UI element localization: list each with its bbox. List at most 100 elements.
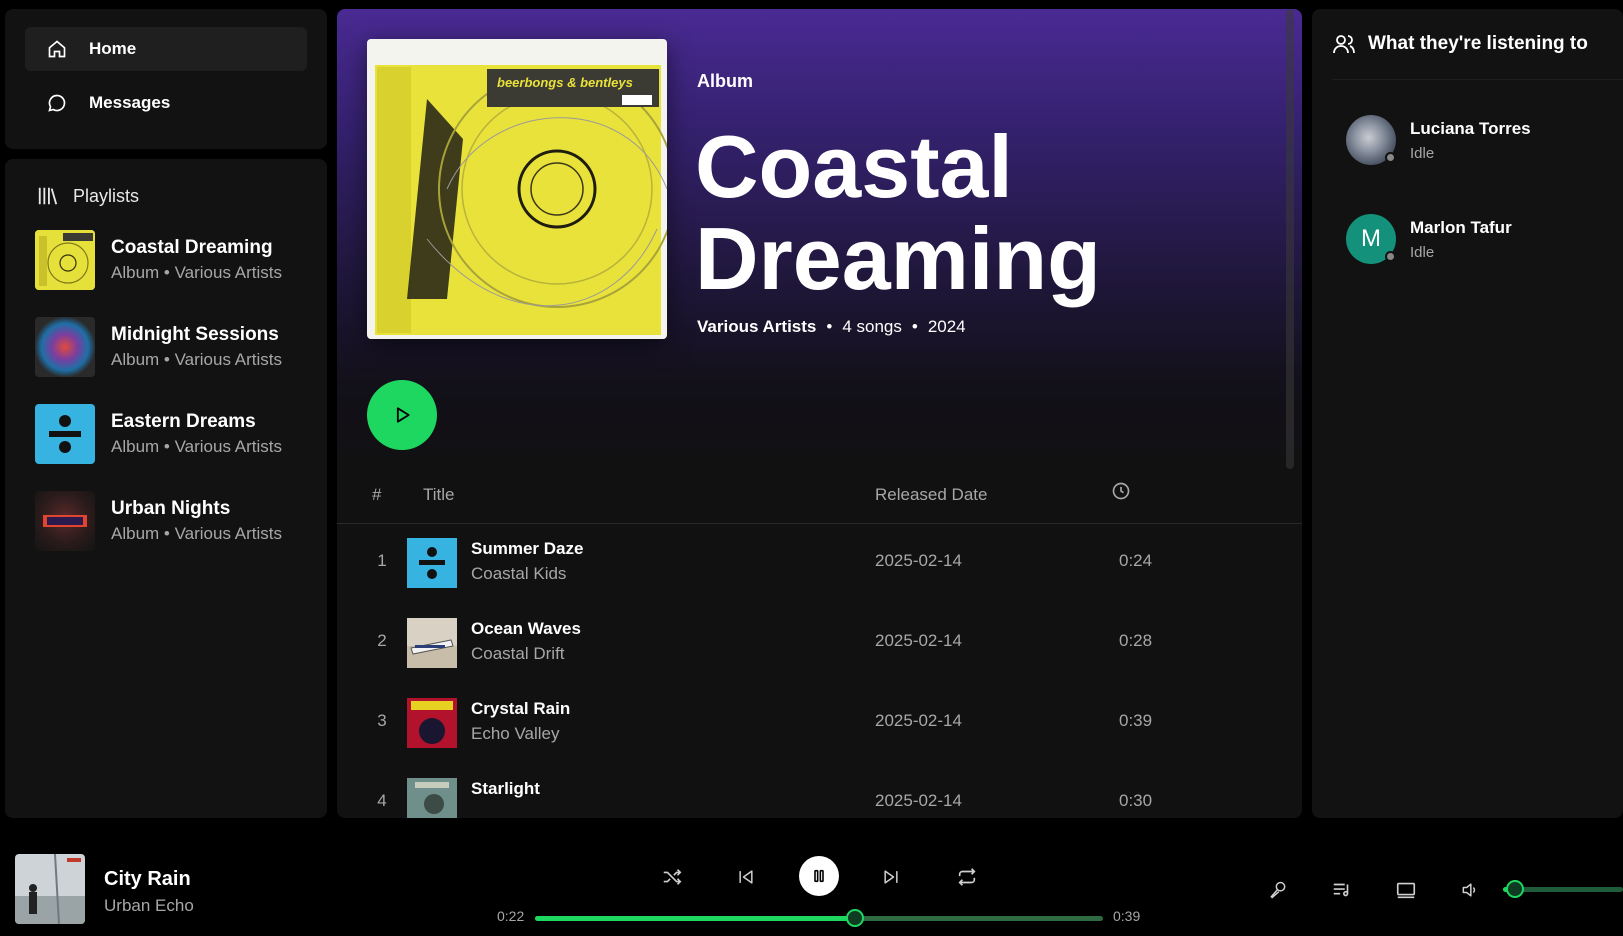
play-button[interactable] [367, 380, 437, 450]
play-icon [392, 405, 412, 425]
friend-activity-title: What they're listening to [1368, 33, 1588, 54]
now-playing-artist[interactable]: Urban Echo [104, 896, 194, 916]
scrollbar[interactable] [1286, 9, 1294, 469]
playlist-item[interactable]: Urban Nights Album • Various Artists [35, 489, 320, 553]
track-duration: 0:30 [1119, 791, 1153, 810]
track-duration: 0:28 [1119, 631, 1153, 650]
now-playing-title[interactable]: City Rain [104, 868, 191, 891]
playlist-item[interactable]: Midnight Sessions Album • Various Artist… [35, 315, 320, 379]
previous-button[interactable] [731, 862, 761, 892]
playlist-title: Midnight Sessions [111, 324, 279, 345]
volume-icon [1460, 880, 1480, 900]
avatar-initial: M [1361, 225, 1381, 252]
playlist-title: Coastal Dreaming [111, 237, 273, 258]
playlist-item[interactable]: Eastern Dreams Album • Various Artists [35, 402, 320, 466]
track-artist[interactable]: Coastal Kids [471, 564, 566, 584]
volume-handle[interactable] [1506, 880, 1524, 898]
col-number: # [372, 485, 382, 504]
shuffle-button[interactable] [657, 862, 687, 892]
track-artist[interactable]: Echo Valley [471, 724, 560, 744]
queue-button[interactable] [1330, 878, 1354, 902]
track-date: 2025-02-14 [875, 631, 962, 650]
total-time: 0:39 [1113, 908, 1141, 924]
progress-fill [535, 916, 856, 921]
track-thumbnail [407, 778, 457, 818]
album-artist[interactable]: Various Artists [697, 317, 816, 337]
microphone-icon [1268, 880, 1288, 900]
track-artist[interactable]: Coastal Drift [471, 644, 565, 664]
volume-button[interactable] [1458, 878, 1482, 902]
friend-item[interactable]: Luciana Torres Idle [1346, 115, 1531, 165]
track-row[interactable]: 1 Summer Daze Coastal Kids 2025-02-14 0:… [337, 523, 1282, 603]
track-title[interactable]: Crystal Rain [471, 699, 570, 719]
album-cover: beerbongs & bentleys [367, 39, 667, 339]
nav-home[interactable]: Home [25, 27, 307, 71]
playlist-cover [35, 317, 95, 377]
track-number: 1 [377, 551, 387, 570]
track-title[interactable]: Summer Daze [471, 539, 583, 559]
track-duration: 0:39 [1119, 711, 1153, 730]
meta-separator: • [826, 317, 833, 336]
playlists-header[interactable]: Playlists [37, 185, 139, 207]
playlist-subtitle: Album • Various Artists [111, 350, 282, 369]
track-title[interactable]: Starlight [471, 779, 540, 799]
friend-status: Idle [1410, 144, 1435, 162]
playlist-title: Urban Nights [111, 498, 231, 519]
nav-messages-label: Messages [89, 93, 171, 112]
next-button[interactable] [876, 862, 906, 892]
meta-separator: • [911, 317, 918, 336]
status-dot [1385, 152, 1396, 163]
friend-activity-header: What they're listening to [1332, 9, 1623, 80]
shuffle-icon [661, 866, 683, 888]
friend-name: Marlon Tafur [1410, 217, 1512, 237]
track-thumbnail [407, 618, 457, 668]
queue-icon [1331, 879, 1353, 901]
message-icon [47, 93, 67, 113]
now-playing-cover [15, 854, 85, 924]
pause-button[interactable] [799, 856, 839, 896]
track-date: 2025-02-14 [875, 791, 962, 810]
col-released-date: Released Date [875, 485, 988, 504]
pause-icon [811, 868, 827, 884]
skip-back-icon [736, 867, 756, 887]
track-row[interactable]: 3 Crystal Rain Echo Valley 2025-02-14 0:… [337, 683, 1282, 763]
progress-handle[interactable] [846, 909, 865, 927]
friend-status: Idle [1410, 243, 1435, 261]
album-title: Coastal Dreaming [695, 117, 1101, 308]
player-bar: City Rain Urban Echo 0:22 0:39 [0, 828, 1623, 936]
track-row[interactable]: 2 Ocean Waves Coastal Drift 2025-02-14 0… [337, 603, 1282, 683]
track-date: 2025-02-14 [875, 711, 962, 730]
nav-messages[interactable]: Messages [25, 81, 307, 125]
playlist-item[interactable]: Coastal Dreaming Album • Various Artists [35, 228, 320, 292]
elapsed-time: 0:22 [497, 908, 525, 924]
playlist-title: Eastern Dreams [111, 411, 256, 432]
repeat-button[interactable] [952, 862, 982, 892]
avatar [1346, 115, 1396, 165]
skip-forward-icon [881, 867, 901, 887]
playlist-cover [35, 230, 95, 290]
playlist-subtitle: Album • Various Artists [111, 524, 282, 543]
album-year: 2024 [927, 317, 966, 336]
avatar: M [1346, 214, 1396, 264]
users-icon [1332, 32, 1356, 56]
playlist-subtitle: Album • Various Artists [111, 263, 282, 282]
playlist-cover [35, 404, 95, 464]
album-view: beerbongs & bentleys Album Coastal Dream… [337, 9, 1302, 818]
track-thumbnail [407, 538, 457, 588]
playlists-title: Playlists [73, 185, 140, 206]
connect-device-button[interactable] [1394, 878, 1418, 902]
track-row[interactable]: 4 Starlight 2025-02-14 0:30 [337, 763, 1282, 818]
track-title[interactable]: Ocean Waves [471, 619, 581, 639]
volume-slider[interactable] [1503, 880, 1623, 898]
nav-panel: Home Messages [5, 9, 327, 149]
friend-activity-panel: What they're listening to Luciana Torres… [1312, 9, 1623, 818]
friend-item[interactable]: M Marlon Tafur Idle [1346, 214, 1512, 264]
library-panel: Playlists Coastal Dreaming Album • Vario… [5, 159, 327, 818]
progress-bar[interactable] [535, 909, 1103, 927]
track-number: 4 [377, 791, 387, 810]
lyrics-button[interactable] [1266, 878, 1290, 902]
library-icon [37, 185, 59, 207]
album-kicker: Album [697, 71, 753, 91]
friend-name: Luciana Torres [1410, 118, 1531, 138]
clock-icon [1111, 481, 1131, 501]
